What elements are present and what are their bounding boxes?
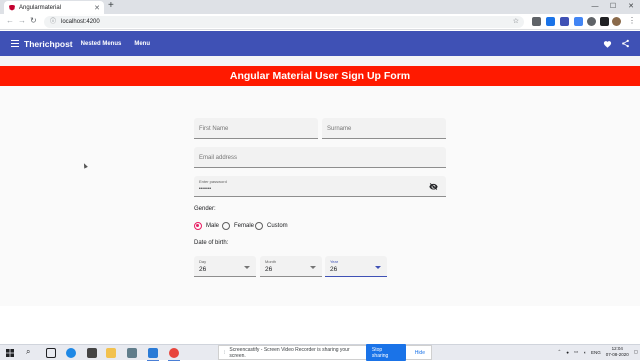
window-controls: — ☐ ✕ <box>586 0 640 14</box>
back-button[interactable]: ← <box>6 16 14 25</box>
store-icon[interactable] <box>87 348 97 358</box>
screen-share-bar: ⁞ Screencastify - Screen Video Recorder … <box>218 344 432 361</box>
gender-radio-female[interactable]: Female <box>222 222 254 230</box>
dob-year-select[interactable]: Year 26 <box>325 256 387 277</box>
year-value: 26 <box>330 266 338 273</box>
radio-checked-icon <box>194 222 202 230</box>
year-label: Year <box>330 259 339 264</box>
month-value: 26 <box>265 266 273 273</box>
clock-time: 12:04 <box>611 346 623 351</box>
reload-button[interactable]: ↻ <box>30 16 37 25</box>
chrome-icon[interactable] <box>168 348 180 361</box>
toolbar-gap <box>0 56 640 66</box>
surname-placeholder: Surname <box>327 126 352 132</box>
visibility-off-icon[interactable] <box>429 183 438 190</box>
extension-icon[interactable] <box>546 17 555 26</box>
search-icon[interactable]: ⌕ <box>26 347 30 357</box>
password-value: •••••• <box>199 186 212 192</box>
dropdown-arrow-icon <box>375 266 381 269</box>
brand-title[interactable]: Therichpost <box>24 39 73 49</box>
email-placeholder: Email address <box>199 155 238 161</box>
month-label: Month <box>265 259 277 264</box>
hide-button[interactable]: Hide <box>415 350 425 356</box>
radio-unchecked-icon <box>222 222 230 230</box>
language-indicator[interactable]: ENG <box>591 350 601 355</box>
tab-close-icon[interactable]: ✕ <box>94 4 100 12</box>
notifications-icon[interactable]: ▢ <box>634 349 638 355</box>
file-explorer-icon[interactable] <box>106 348 116 358</box>
bookmark-star-icon[interactable]: ☆ <box>513 16 519 28</box>
forward-button[interactable]: → <box>18 16 26 25</box>
day-value: 26 <box>199 266 207 273</box>
system-tray: ⌃ ● ▭ ◖ ENG 12:04 07-08-2020 ▢ <box>557 346 638 358</box>
dropdown-arrow-icon <box>310 266 316 269</box>
extension-icon[interactable] <box>560 17 569 26</box>
app-icon[interactable] <box>127 348 137 358</box>
gender-radio-male[interactable]: Male <box>194 222 219 230</box>
gender-option-label: Custom <box>267 223 288 229</box>
dob-label: Date of birth: <box>194 240 229 246</box>
gender-option-label: Female <box>234 223 255 229</box>
volume-icon[interactable]: ◖ <box>583 350 586 355</box>
windows-start-icon[interactable] <box>6 349 14 357</box>
tray-chevron-icon[interactable]: ⌃ <box>557 349 561 355</box>
form-banner-title: Angular Material User Sign Up Form <box>0 66 640 86</box>
browser-toolbar: ← → ↻ ⓘ localhost:4200 ☆ ⋮ <box>0 14 640 30</box>
close-window-button[interactable]: ✕ <box>622 0 640 14</box>
edge-browser-icon[interactable] <box>66 348 76 358</box>
favorite-icon[interactable] <box>603 40 612 48</box>
minimize-button[interactable]: — <box>586 0 604 14</box>
address-url: localhost:4200 <box>61 19 100 25</box>
password-label: Enter password <box>199 179 227 184</box>
extension-icon[interactable] <box>532 17 541 26</box>
app-toolbar: Therichpost Nested Menus Menu <box>0 31 640 56</box>
clock-date: 07-08-2020 <box>605 352 629 357</box>
new-tab-button[interactable]: + <box>108 0 114 11</box>
site-info-icon[interactable]: ⓘ <box>50 16 56 28</box>
extension-icon[interactable] <box>574 17 583 26</box>
gender-option-label: Male <box>206 223 220 229</box>
maximize-button[interactable]: ☐ <box>604 0 622 14</box>
share-message: Screencastify - Screen Video Recorder is… <box>229 346 350 359</box>
nav-link-nested-menus[interactable]: Nested Menus <box>81 41 122 47</box>
clock[interactable]: 12:04 07-08-2020 <box>606 346 629 358</box>
share-icon[interactable] <box>621 39 630 48</box>
task-view-icon[interactable] <box>46 348 56 358</box>
gender-radio-custom[interactable]: Custom <box>255 222 288 230</box>
extension-icon[interactable] <box>600 17 609 26</box>
day-label: Day <box>199 259 207 264</box>
mic-icon[interactable]: ● <box>566 350 569 355</box>
gender-label: Gender: <box>194 206 216 212</box>
radio-unchecked-icon <box>255 222 263 230</box>
surname-field[interactable]: Surname <box>322 118 446 139</box>
email-field[interactable]: Email address <box>194 147 446 168</box>
password-field[interactable]: Enter password •••••• <box>194 176 446 197</box>
browser-tabstrip: Angularmaterial ✕ + — ☐ ✕ <box>0 0 640 14</box>
first-name-field[interactable]: First Name <box>194 118 318 139</box>
angular-favicon-icon <box>9 4 15 11</box>
tab-title: Angularmaterial <box>19 4 62 11</box>
first-name-placeholder: First Name <box>199 126 229 132</box>
dob-month-select[interactable]: Month 26 <box>260 256 322 277</box>
vscode-icon[interactable] <box>147 348 159 361</box>
drag-handle-icon[interactable]: ⁞ <box>224 350 225 356</box>
browser-tab[interactable]: Angularmaterial ✕ <box>4 1 104 14</box>
address-bar[interactable]: ⓘ localhost:4200 ☆ <box>44 16 524 28</box>
nav-link-menu[interactable]: Menu <box>134 41 150 47</box>
dob-day-select[interactable]: Day 26 <box>194 256 256 277</box>
puzzle-extensions-icon[interactable] <box>587 17 596 26</box>
network-icon[interactable]: ▭ <box>574 349 578 355</box>
profile-avatar[interactable] <box>612 17 621 26</box>
browser-menu-icon[interactable]: ⋮ <box>628 16 636 25</box>
dropdown-arrow-icon <box>244 266 250 269</box>
menu-icon[interactable] <box>11 38 19 48</box>
stop-sharing-button[interactable]: Stop sharing <box>365 344 406 361</box>
